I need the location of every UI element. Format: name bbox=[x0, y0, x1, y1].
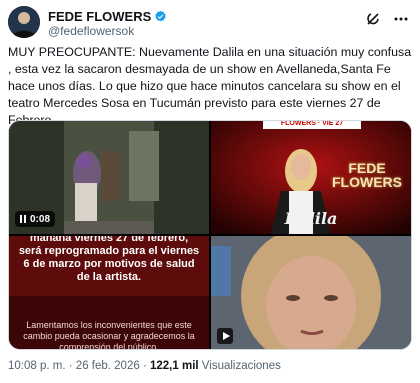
more-options-icon[interactable] bbox=[392, 10, 410, 28]
image-thumbnail-2[interactable]: FLOWERS · VIE 27 FEDE FLOWERS Dalila bbox=[211, 121, 411, 234]
meta-separator-2: · bbox=[142, 360, 147, 372]
author-handle[interactable]: @fedeflowersok bbox=[48, 24, 134, 38]
video-duration-badge: 0:08 bbox=[15, 211, 56, 227]
poster-title-line2: FLOWERS bbox=[332, 174, 402, 190]
pause-icon bbox=[20, 215, 26, 223]
views-count: 122,1 mil bbox=[150, 360, 199, 372]
tweet-meta: 10:08 p. m. · 26 feb. 2026 · 122,1 mil V… bbox=[8, 360, 281, 372]
verified-badge-icon bbox=[155, 10, 166, 21]
header-actions bbox=[364, 10, 410, 28]
notice-text: mañana viernes 27 de febrero, será repro… bbox=[18, 236, 200, 283]
poster-title: FEDE FLOWERS bbox=[321, 160, 411, 190]
grok-icon[interactable] bbox=[364, 10, 382, 28]
video-duration: 0:08 bbox=[30, 213, 51, 225]
avatar[interactable] bbox=[8, 6, 40, 38]
meta-separator: · bbox=[68, 360, 73, 372]
author-name[interactable]: FEDE FLOWERS bbox=[48, 9, 151, 24]
media-grid: 0:08 FLOWERS · VIE 27 FEDE FLOWERS Dalil… bbox=[8, 120, 412, 350]
video-thumbnail-1[interactable]: 0:08 bbox=[9, 121, 209, 234]
author-name-row: FEDE FLOWERS bbox=[48, 8, 167, 24]
video-thumbnail-4[interactable] bbox=[211, 236, 411, 349]
image-thumbnail-3[interactable]: mañana viernes 27 de febrero, será repro… bbox=[9, 236, 209, 350]
play-icon[interactable] bbox=[217, 328, 233, 344]
tweet-time[interactable]: 10:08 p. m. bbox=[8, 360, 66, 372]
tweet-text: MUY PREOCUPANTE: Nuevamente Dalila en un… bbox=[8, 45, 412, 127]
views-label: Visualizaciones bbox=[201, 360, 281, 372]
video-frame-4 bbox=[211, 236, 411, 349]
tweet-header: FEDE FLOWERS @fedeflowersok bbox=[8, 6, 412, 40]
poster-banner: FLOWERS · VIE 27 bbox=[263, 121, 361, 129]
poster-signature: Dalila bbox=[284, 209, 338, 228]
tweet-date[interactable]: 26 feb. 2026 bbox=[76, 360, 140, 372]
notice-apology: Lamentamos los inconvenientes que este c… bbox=[23, 320, 195, 350]
poster-title-line1: FEDE bbox=[348, 160, 386, 176]
tweet-card: FEDE FLOWERS @fedeflowersok MUY PREOCUPA… bbox=[0, 0, 420, 383]
